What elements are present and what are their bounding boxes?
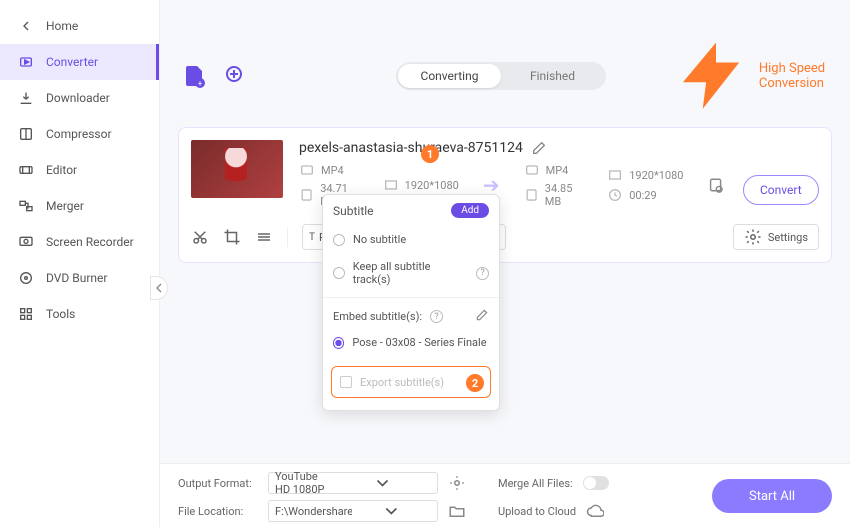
file-name: pexels-anastasia-shuraeva-8751124 [299,140,523,156]
tab-finished[interactable]: Finished [501,64,604,88]
screen-recorder-icon [18,234,34,250]
sidebar-item-label: Editor [46,163,77,177]
source-res: 1920*1080 [383,177,459,193]
tab-converting[interactable]: Converting [398,64,501,88]
editor-icon [18,162,34,178]
output-format-select[interactable]: YouTube HD 1080P [268,472,438,494]
toolbar: + Converting Finished High Speed Convers… [178,36,832,127]
sidebar-item-label: Downloader [46,91,110,105]
merge-toggle[interactable] [583,476,609,490]
file-location-select[interactable]: F:\Wondershare UniConverter 1 [268,500,438,522]
output-settings-icon[interactable] [707,176,724,194]
crop-icon[interactable] [223,228,241,246]
duration-icon [607,187,623,203]
open-folder-icon[interactable] [448,502,466,520]
sidebar-item-label: DVD Burner [46,271,107,285]
sidebar-item-dvd-burner[interactable]: DVD Burner [0,260,159,296]
effects-icon[interactable] [255,228,273,246]
compressor-icon [18,126,34,142]
downloader-icon [18,90,34,106]
sidebar-item-downloader[interactable]: Downloader [0,80,159,116]
tool-row: T Pose - 03x08 - ... ⫯⫯ No audio Setting… [191,220,819,250]
sidebar: Home Converter Downloader Compressor Edi… [0,0,160,527]
callout-badge-2: 2 [466,374,484,392]
merge-label: Merge All Files: [498,477,573,490]
sidebar-item-label: Merger [46,199,84,213]
output-settings-icon[interactable] [448,474,466,492]
option-keep-all[interactable]: Keep all subtitle track(s)? [323,253,499,293]
sidebar-item-converter[interactable]: Converter [0,44,159,80]
settings-button[interactable]: Settings [733,224,819,250]
sidebar-item-tools[interactable]: Tools [0,296,159,332]
sidebar-item-home[interactable]: Home [0,8,159,44]
converter-icon [18,54,34,70]
radio-selected-icon [333,337,344,349]
checkbox-icon [340,376,352,388]
main-panel: + Converting Finished High Speed Convers… [160,0,850,463]
video-format-icon [299,162,315,178]
high-speed-toggle[interactable]: High Speed Conversion [673,36,828,115]
file-size-icon [524,187,539,203]
sidebar-collapse-handle[interactable] [150,276,168,300]
add-subtitle-button[interactable]: Add [451,203,489,218]
sidebar-item-label: Converter [46,55,98,69]
dvd-burner-icon [18,270,34,286]
radio-icon [333,267,345,279]
export-subtitle-option[interactable]: Export subtitle(s) 2 [331,366,491,398]
add-file-button[interactable]: + [182,64,206,88]
edit-name-icon[interactable] [531,140,547,156]
output-format-label: Output Format: [178,477,258,490]
target-meta: MP4 34.85 MB [524,162,590,208]
status-tabs: Converting Finished [396,62,606,90]
resolution-icon [383,177,399,193]
file-size-icon [299,187,314,203]
option-embedded-track[interactable]: Pose - 03x08 - Series Finale ... [323,329,499,356]
sidebar-item-editor[interactable]: Editor [0,152,159,188]
gear-icon [744,228,762,246]
video-thumbnail[interactable] [191,140,283,198]
embed-section-header: Embed subtitle(s): ? [323,297,499,329]
video-format-icon [524,162,540,178]
convert-button[interactable]: Convert [743,175,819,205]
edit-subtitles-icon[interactable] [475,308,489,325]
upload-label: Upload to Cloud [498,505,576,518]
tools-icon [18,306,34,322]
resolution-icon [607,167,623,183]
add-folder-button[interactable] [224,64,248,88]
file-location-label: File Location: [178,505,258,518]
sidebar-item-compressor[interactable]: Compressor [0,116,159,152]
target-res: 1920*1080 00:29 [607,167,683,203]
trim-icon[interactable] [191,228,209,246]
popup-title: Subtitle [333,204,374,218]
sidebar-item-screen-recorder[interactable]: Screen Recorder [0,224,159,260]
radio-icon [333,234,345,246]
file-title-row: pexels-anastasia-shuraeva-8751124 [299,140,819,156]
sidebar-item-label: Home [46,19,78,33]
help-icon[interactable]: ? [430,310,443,323]
cloud-icon[interactable] [586,502,604,520]
merger-icon [18,198,34,214]
sidebar-item-label: Tools [46,307,75,321]
chevron-left-icon [18,18,34,34]
help-icon[interactable]: ? [476,267,489,280]
subtitle-popup: Subtitle Add No subtitle Keep all subtit… [322,194,500,411]
sidebar-item-label: Screen Recorder [46,235,134,249]
svg-text:+: + [198,79,203,88]
footer-bar: Output Format: YouTube HD 1080P Merge Al… [160,463,850,527]
start-all-button[interactable]: Start All [712,479,832,513]
sidebar-item-label: Compressor [46,127,112,141]
file-card: pexels-anastasia-shuraeva-8751124 MP4 34… [178,127,832,263]
option-no-subtitle[interactable]: No subtitle [323,226,499,253]
callout-badge-1: 1 [421,145,439,163]
sidebar-item-merger[interactable]: Merger [0,188,159,224]
